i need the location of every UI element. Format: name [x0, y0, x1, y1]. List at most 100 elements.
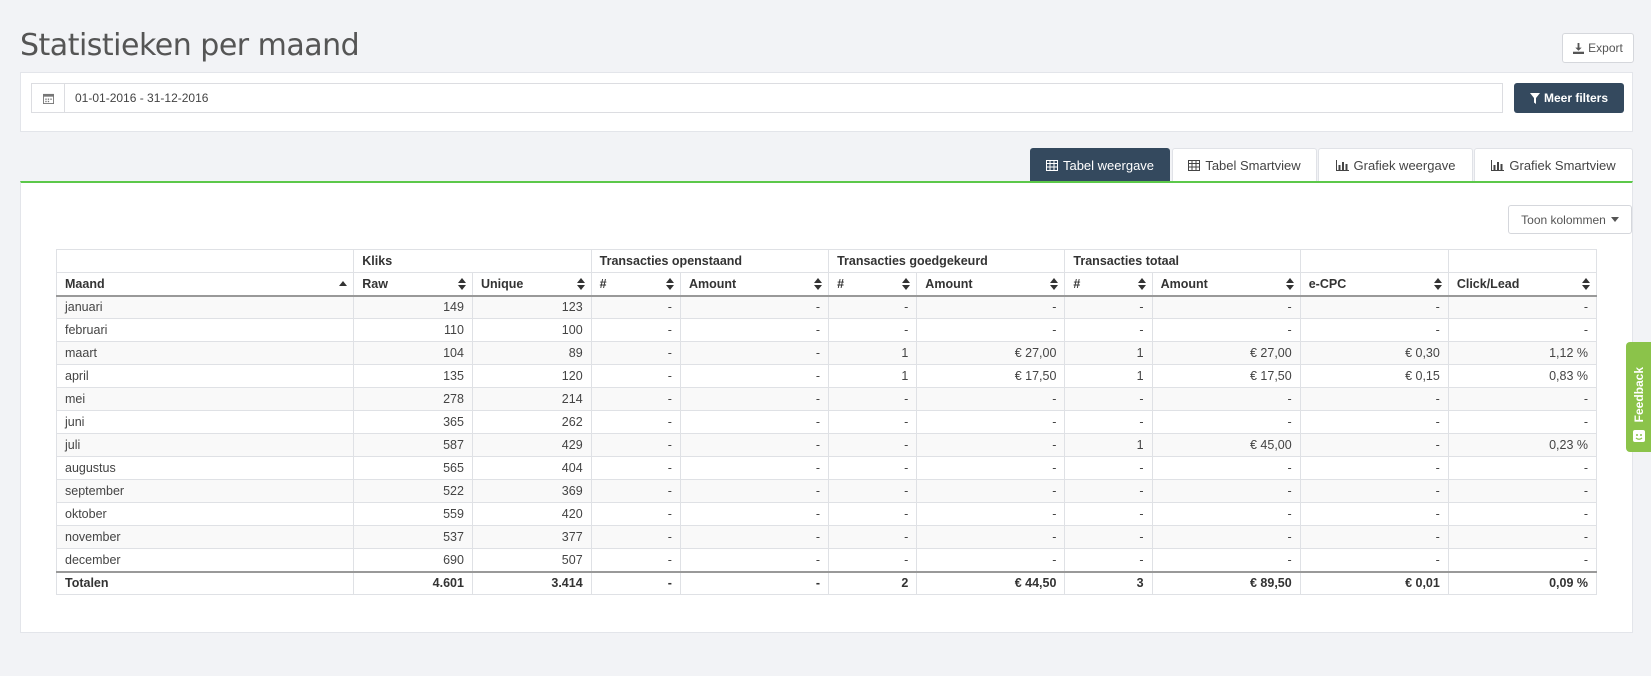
toon-kolommen-button[interactable]: Toon kolommen	[1508, 205, 1632, 234]
table-cell: -	[828, 387, 918, 411]
table-cell: -	[1064, 502, 1153, 526]
month-cell: januari	[55, 295, 355, 319]
table-cell: -	[828, 525, 918, 549]
tab-grafiek-weergave[interactable]: Grafiek weergave	[1318, 148, 1473, 182]
totals-cell: -	[679, 570, 830, 595]
table-cell: -	[828, 433, 918, 457]
date-range-field[interactable]	[31, 83, 1503, 113]
column-header[interactable]: Click/Lead	[1447, 272, 1598, 297]
sort-icon	[665, 278, 674, 290]
table-cell: 278	[353, 387, 473, 411]
table-cell: -	[1447, 295, 1598, 319]
column-header[interactable]: #	[590, 272, 681, 297]
table-cell: -	[1299, 456, 1449, 480]
month-cell: maart	[55, 341, 355, 365]
date-range-input[interactable]	[65, 84, 1502, 112]
column-header-label: Amount	[688, 276, 737, 291]
table-cell: -	[1151, 548, 1301, 572]
tab-grafiek-smartview[interactable]: Grafiek Smartview	[1474, 148, 1633, 182]
table-row: oktober 559 420- - - - - - - -	[55, 502, 1598, 526]
month-cell: november	[55, 525, 355, 549]
table-cell: -	[590, 387, 681, 411]
table-cell: 214	[471, 387, 592, 411]
table-row: april 135 120- -1 € 17,50 1 € 17,50 € 0,15 0,83 …	[55, 364, 1598, 388]
column-header-label: Amount	[1160, 276, 1208, 291]
table-cell: 120	[471, 364, 592, 388]
table-cell: -	[1447, 318, 1598, 342]
table-cell: -	[828, 502, 918, 526]
table-cell: 565	[353, 456, 473, 480]
more-filters-label: Meer filters	[1543, 91, 1609, 105]
month-cell: oktober	[55, 502, 355, 526]
sort-icon	[1137, 278, 1146, 290]
column-header[interactable]: #	[1064, 272, 1153, 297]
calendar-addon[interactable]	[32, 84, 65, 112]
table-cell: -	[1064, 318, 1153, 342]
table-cell: -	[916, 387, 1066, 411]
feedback-tab[interactable]: Feedback	[1626, 342, 1651, 452]
toon-kolommen-label: Toon kolommen	[1521, 212, 1606, 227]
month-cell: december	[55, 548, 355, 572]
export-button[interactable]: Export	[1562, 33, 1634, 63]
table-cell: 135	[353, 364, 473, 388]
tab-tabel-weergave[interactable]: Tabel weergave	[1030, 148, 1170, 182]
content-panel: Toon kolommen Kliks Transacties openstaa…	[20, 181, 1633, 633]
column-header[interactable]: Amount	[916, 272, 1066, 297]
table-body: januari 149 123- - - - - - - - februari 110 100- - - - -…	[55, 295, 1598, 572]
table-cell: 1	[1064, 364, 1153, 388]
column-header[interactable]: Maand	[55, 272, 355, 297]
filter-icon	[1529, 92, 1540, 104]
column-header[interactable]: e-CPC	[1299, 272, 1449, 297]
table-cell: -	[1299, 502, 1449, 526]
table-cell: 0,23 %	[1447, 433, 1598, 457]
column-header[interactable]: Amount	[1151, 272, 1301, 297]
table-cell: 404	[471, 456, 592, 480]
more-filters-button[interactable]: Meer filters	[1514, 83, 1624, 113]
table-icon	[1188, 160, 1201, 171]
table-row: juni 365 262- - - - - - - -	[55, 410, 1598, 434]
table-row: februari 110 100- - - - - - - -	[55, 318, 1598, 342]
table-row: september 522 369- - - - - - - -	[55, 479, 1598, 503]
table-row: januari 149 123- - - - - - - -	[55, 295, 1598, 319]
table-cell: -	[679, 502, 830, 526]
table-cell: 262	[471, 410, 592, 434]
column-header-label: Amount	[925, 276, 973, 291]
table-cell: -	[1447, 525, 1598, 549]
table-cell: 507	[471, 548, 592, 572]
column-header[interactable]: Amount	[679, 272, 830, 297]
column-header[interactable]: #	[828, 272, 918, 297]
sort-icon	[576, 278, 585, 290]
table-cell: -	[1064, 456, 1153, 480]
tab-label: Tabel Smartview	[1205, 158, 1301, 173]
filter-panel: Meer filters	[20, 72, 1633, 132]
table-cell: -	[916, 295, 1066, 319]
table-cell: 1,12 %	[1447, 341, 1598, 365]
month-cell: juni	[55, 410, 355, 434]
tab-tabel-smartview[interactable]: Tabel Smartview	[1172, 148, 1317, 182]
table-cell: 100	[471, 318, 592, 342]
table-cell: 690	[353, 548, 473, 572]
sort-icon	[814, 278, 823, 290]
table-cell: 89	[471, 341, 592, 365]
table-cell: -	[590, 410, 681, 434]
group-header-goedgekeurd: Transacties goedgekeurd	[828, 249, 1066, 273]
table-cell: -	[590, 318, 681, 342]
table-cell: -	[590, 548, 681, 572]
table-cell: -	[590, 341, 681, 365]
table-cell: -	[916, 318, 1066, 342]
table-cell: 429	[471, 433, 592, 457]
column-header[interactable]: Raw	[353, 272, 473, 297]
table-row: maart 104 89- -1 € 27,00 1 € 27,00 € 0,30 1,12 %	[55, 341, 1598, 365]
table-cell: -	[1064, 548, 1153, 572]
column-header[interactable]: Unique	[471, 272, 592, 297]
table-cell: 420	[471, 502, 592, 526]
totals-cell: 3	[1064, 570, 1153, 595]
totals-cell: -	[590, 570, 681, 595]
table-cell: -	[1447, 410, 1598, 434]
totals-cell: € 44,50	[916, 570, 1066, 595]
export-label: Export	[1588, 41, 1623, 55]
table-cell: 377	[471, 525, 592, 549]
table-cell: -	[1447, 548, 1598, 572]
table-cell: -	[1064, 479, 1153, 503]
column-header-label: #	[1073, 276, 1081, 291]
